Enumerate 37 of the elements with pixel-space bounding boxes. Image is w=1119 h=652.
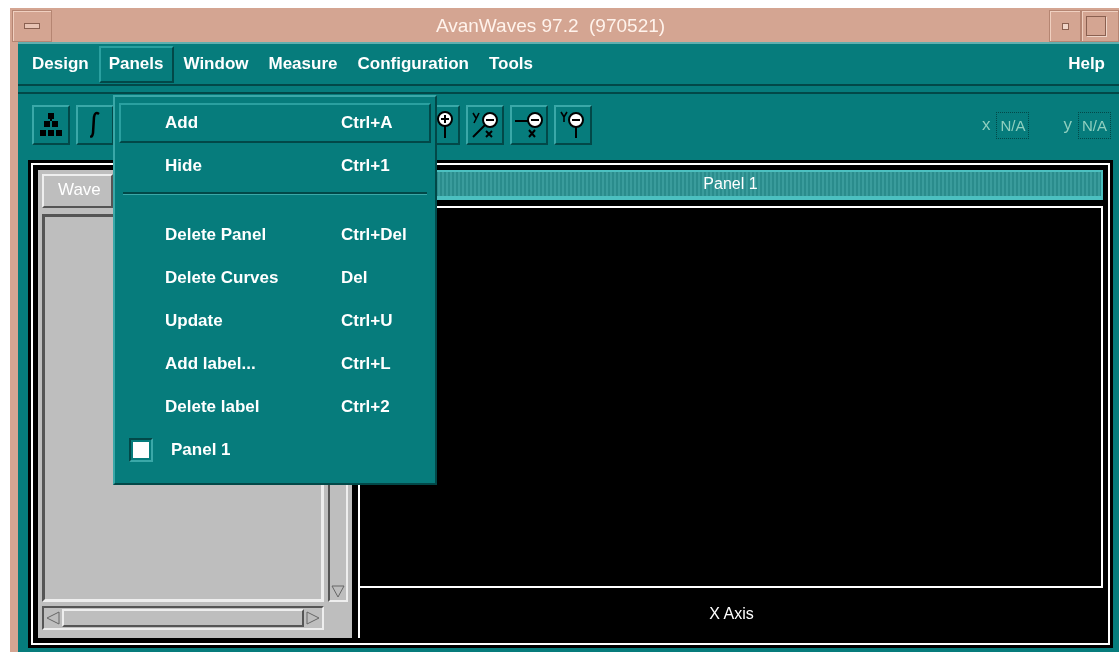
function-icon bbox=[90, 111, 100, 139]
maximize-button[interactable] bbox=[1081, 10, 1119, 42]
toolbar-button[interactable] bbox=[32, 105, 70, 145]
x-value-field: N/A bbox=[996, 111, 1030, 139]
menu-item[interactable]: Configuration bbox=[347, 45, 479, 83]
horizontal-scrollbar[interactable] bbox=[42, 606, 324, 630]
menu-item[interactable]: Measure bbox=[258, 45, 348, 83]
y-value-field: N/A bbox=[1078, 111, 1111, 139]
right-arrow-icon bbox=[306, 611, 320, 625]
hierarchy-icon bbox=[38, 112, 64, 138]
menu-item[interactable]: Design bbox=[22, 45, 99, 83]
menu-item[interactable]: Window bbox=[173, 45, 259, 83]
probe-icon bbox=[470, 110, 500, 140]
menu-item[interactable]: Delete Panel Ctrl+Del bbox=[119, 215, 431, 255]
menu-item[interactable]: Add label... Ctrl+L bbox=[119, 344, 431, 384]
minimize-button[interactable] bbox=[1049, 10, 1081, 42]
probe-icon bbox=[513, 110, 545, 140]
menu-item[interactable]: Delete Curves Del bbox=[119, 258, 431, 298]
menu-item[interactable]: Update Ctrl+U bbox=[119, 301, 431, 341]
x-axis-label: X Axis bbox=[358, 588, 1103, 638]
menu-item[interactable]: Delete label Ctrl+2 bbox=[119, 387, 431, 427]
menu-item[interactable]: Help bbox=[1058, 45, 1115, 83]
y-label: y bbox=[1063, 115, 1072, 135]
left-arrow-icon bbox=[46, 611, 60, 625]
probe-icon bbox=[559, 110, 587, 140]
window-title: AvanWaves 97.2 (970521) bbox=[434, 14, 667, 38]
down-arrow-icon bbox=[331, 584, 345, 598]
menu-item[interactable]: Tools bbox=[478, 45, 543, 83]
x-label: x bbox=[981, 115, 991, 135]
menu-item[interactable]: Add Ctrl+A bbox=[119, 103, 431, 143]
menu-item[interactable]: Panel 1 bbox=[119, 430, 431, 470]
toolbar-button[interactable] bbox=[466, 105, 504, 145]
checkbox[interactable] bbox=[129, 438, 153, 462]
toolbar-button[interactable] bbox=[510, 105, 548, 145]
menu-item[interactable]: Panels bbox=[98, 45, 174, 83]
window-menu-button[interactable] bbox=[12, 10, 52, 42]
toolbar-button[interactable] bbox=[554, 105, 592, 145]
